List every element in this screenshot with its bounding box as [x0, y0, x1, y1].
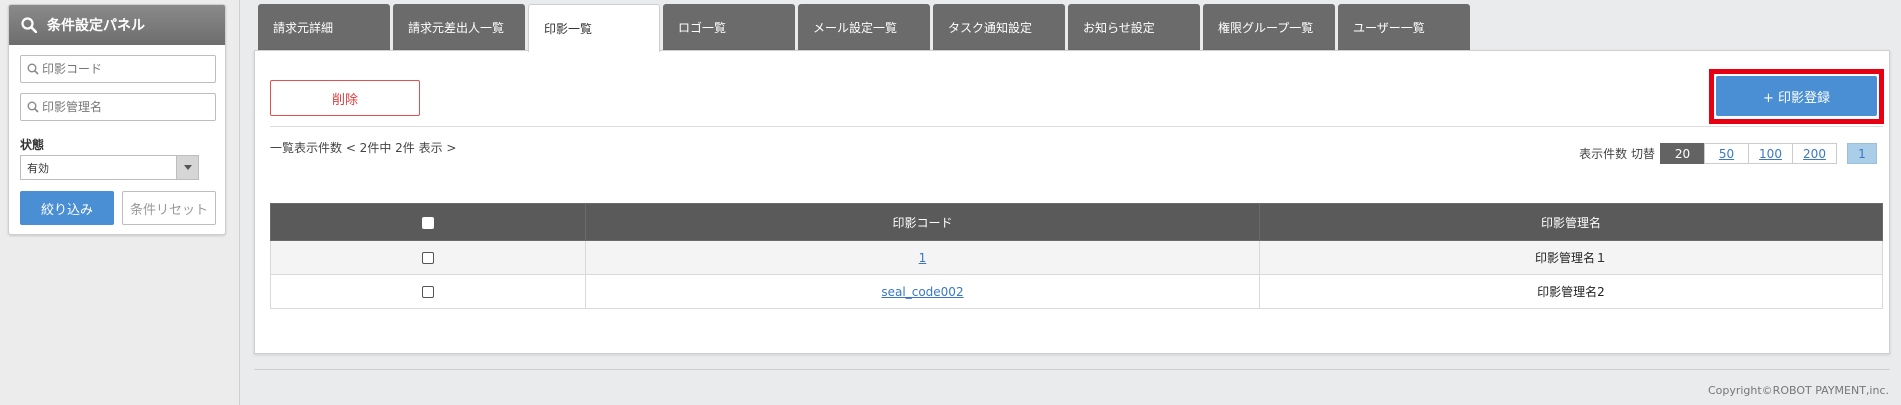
- tab-permission-groups[interactable]: 権限グループ一覧: [1203, 4, 1335, 51]
- search-icon: [27, 63, 39, 75]
- copyright-text: Copyright©ROBOT PAYMENT,inc.: [1707, 384, 1889, 397]
- per-page-switcher: 表示件数 切替 20 50 100 200 1: [1579, 143, 1877, 164]
- divider: [270, 126, 1883, 127]
- tab-billing-source-detail[interactable]: 請求元詳細: [258, 4, 390, 51]
- status-label: 状態: [20, 138, 45, 152]
- row-checkbox-cell: [270, 274, 586, 309]
- seal-code-cell: seal_code002: [585, 274, 1260, 309]
- page-number-button[interactable]: 1: [1847, 143, 1877, 164]
- tab-logo-list[interactable]: ロゴ一覧: [663, 4, 795, 51]
- seal-code-search-field[interactable]: [20, 55, 216, 83]
- tab-seal-list[interactable]: 印影一覧: [528, 4, 660, 52]
- register-seal-button[interactable]: + 印影登録: [1716, 76, 1877, 116]
- tab-task-notification[interactable]: タスク通知設定: [933, 4, 1065, 51]
- per-page-option-50[interactable]: 50: [1704, 143, 1749, 164]
- seal-name-search-field[interactable]: [20, 93, 216, 121]
- tab-bar: 請求元詳細 請求元差出人一覧 印影一覧 ロゴ一覧 メール設定一覧 タスク通知設定…: [258, 4, 1473, 52]
- row-checkbox-cell: [270, 240, 586, 275]
- footer-divider: [254, 369, 1890, 370]
- per-page-option-20[interactable]: 20: [1660, 143, 1705, 164]
- per-page-option-100[interactable]: 100: [1748, 143, 1793, 164]
- row-checkbox[interactable]: [422, 252, 434, 264]
- table-row: 1 印影管理名１: [270, 240, 1883, 275]
- caret-down-icon[interactable]: [176, 156, 198, 179]
- per-page-label: 表示件数 切替: [1579, 147, 1655, 161]
- table-header-row: 印影コード 印影管理名: [270, 203, 1883, 241]
- panel-title: 条件設定パネル: [47, 18, 145, 34]
- filter-button[interactable]: 絞り込み: [20, 191, 114, 225]
- seal-table: 印影コード 印影管理名 1 印影管理名１ seal_code002 印影管理名2: [270, 203, 1883, 309]
- seal-name-cell: 印影管理名１: [1259, 240, 1883, 275]
- tab-user-list[interactable]: ユーザー一覧: [1338, 4, 1470, 51]
- tab-mail-settings[interactable]: メール設定一覧: [798, 4, 930, 51]
- search-icon: [27, 101, 39, 113]
- header-seal-code[interactable]: 印影コード: [585, 203, 1260, 241]
- main-content: 削除 + 印影登録 一覧表示件数 < 2件中 2件 表示 > 表示件数 切替 2…: [254, 50, 1890, 354]
- status-selected-value: 有効: [27, 161, 49, 175]
- seal-code-link[interactable]: seal_code002: [881, 285, 963, 299]
- condition-panel: 条件設定パネル 状態 有効 絞り込み 条件リセット: [8, 4, 226, 235]
- per-page-option-200[interactable]: 200: [1792, 143, 1837, 164]
- panel-header: 条件設定パネル: [9, 5, 225, 45]
- header-seal-name[interactable]: 印影管理名: [1259, 203, 1883, 241]
- seal-code-input[interactable]: [42, 62, 202, 76]
- select-all-checkbox[interactable]: [422, 216, 434, 229]
- status-select[interactable]: 有効: [20, 155, 199, 180]
- reset-button[interactable]: 条件リセット: [122, 191, 216, 225]
- list-count-text: 一覧表示件数 < 2件中 2件 表示 >: [270, 141, 457, 155]
- left-sidebar: 条件設定パネル 状態 有効 絞り込み 条件リセット: [0, 0, 240, 405]
- delete-button[interactable]: 削除: [270, 80, 420, 116]
- table-row: seal_code002 印影管理名2: [270, 274, 1883, 309]
- seal-name-input[interactable]: [42, 100, 202, 114]
- row-checkbox[interactable]: [422, 286, 434, 298]
- seal-code-cell: 1: [585, 240, 1260, 275]
- search-icon: [21, 17, 37, 33]
- select-all-header: [270, 203, 586, 241]
- tab-sender-list[interactable]: 請求元差出人一覧: [393, 4, 525, 51]
- seal-name-cell: 印影管理名2: [1259, 274, 1883, 309]
- tab-notice-settings[interactable]: お知らせ設定: [1068, 4, 1200, 51]
- seal-code-link[interactable]: 1: [919, 251, 927, 265]
